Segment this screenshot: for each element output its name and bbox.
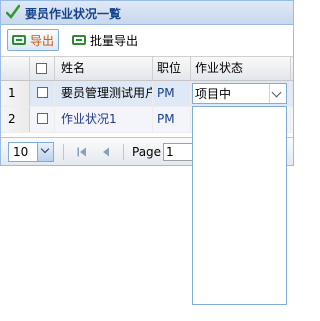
export-button-label: 导出: [30, 33, 55, 48]
pager-separator: [63, 144, 64, 160]
rownum-header: [1, 57, 30, 80]
row-checkbox[interactable]: [37, 87, 48, 98]
page-number-input[interactable]: 1: [163, 143, 193, 161]
employee-name: 作业状况1: [55, 107, 153, 132]
pager-separator: [123, 144, 124, 160]
employee-name: 要员管理测试用户: [55, 81, 153, 106]
first-page-icon[interactable]: [77, 147, 87, 157]
column-header-name[interactable]: 姓名: [55, 57, 153, 80]
batch-export-button[interactable]: 批量导出: [67, 29, 143, 51]
status-combo-value: 项目中: [195, 87, 232, 101]
page-size-value: 10: [13, 145, 29, 159]
status-combo-trigger[interactable]: [269, 84, 286, 103]
panel-title: 要员作业状况一覧: [25, 7, 122, 21]
export-button[interactable]: 导出: [7, 29, 60, 51]
page-size-trigger[interactable]: [37, 143, 53, 161]
column-header-status[interactable]: 作业状态: [191, 57, 291, 80]
select-all-checkbox[interactable]: [36, 63, 47, 74]
grid-header: 姓名 职位 作业状态: [1, 57, 293, 81]
row-select-cell: [30, 81, 55, 106]
chevron-down-icon: [271, 87, 282, 98]
employee-position: PM: [153, 81, 191, 106]
status-combo[interactable]: 项目中: [192, 83, 287, 104]
row-select-cell: [30, 107, 55, 132]
page-size-select[interactable]: 10: [8, 142, 54, 162]
previous-page-icon[interactable]: [102, 147, 110, 157]
row-number: 1: [1, 81, 30, 106]
select-all-header: [30, 57, 55, 80]
chevron-down-icon: [40, 144, 50, 154]
status-dropdown-list[interactable]: [192, 106, 287, 305]
row-checkbox[interactable]: [37, 113, 48, 124]
toolbar: 导出 批量导出: [1, 25, 293, 57]
column-header-position[interactable]: 职位: [153, 57, 191, 80]
page-label: Page: [132, 145, 162, 159]
excel-icon: [12, 35, 26, 45]
panel-titlebar: 要员作业状况一覧: [1, 1, 293, 25]
row-number: 2: [1, 107, 30, 132]
excel-icon: [72, 35, 86, 45]
batch-export-button-label: 批量导出: [90, 33, 139, 48]
employee-position: PM: [153, 107, 191, 132]
check-icon: [6, 4, 20, 19]
